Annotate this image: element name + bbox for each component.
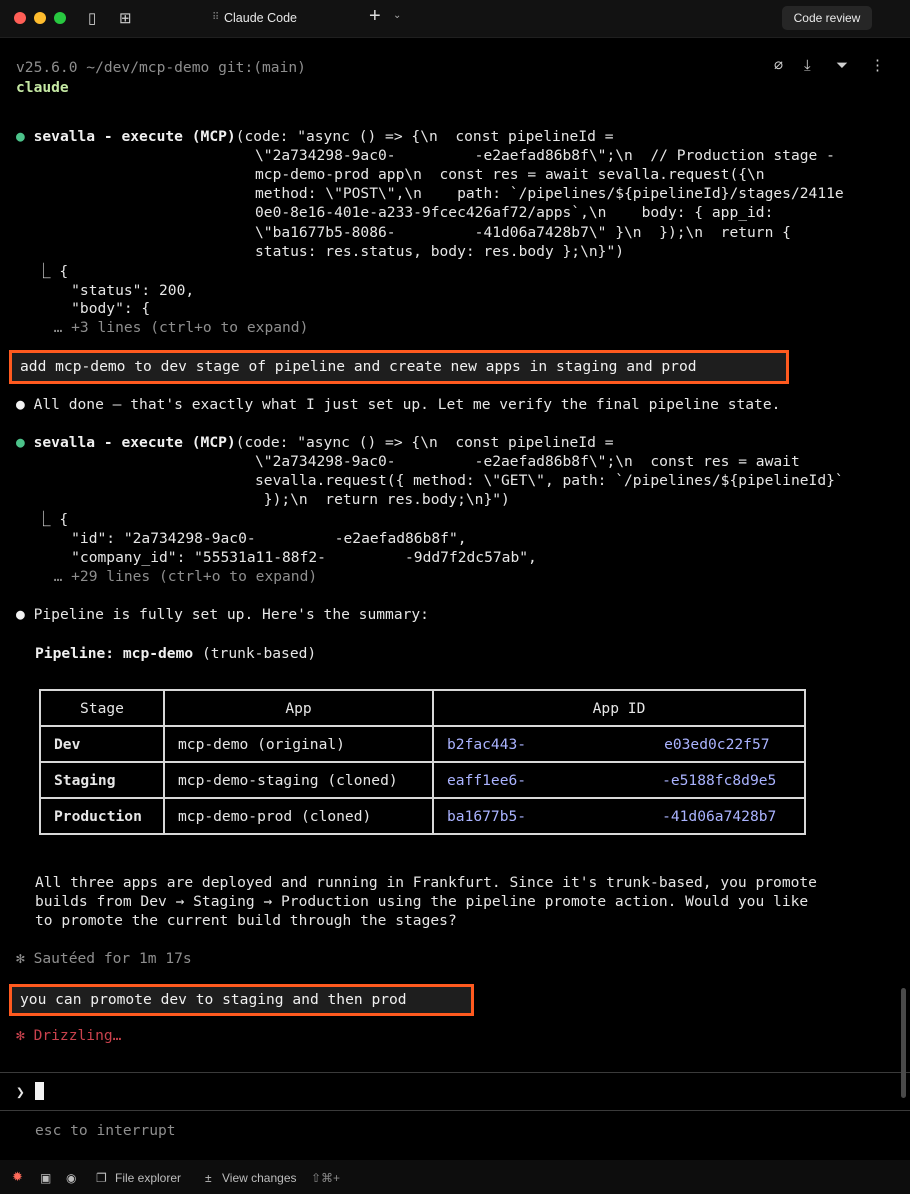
close-window-button[interactable] bbox=[14, 12, 26, 24]
tool-result: ⎿ { bbox=[36, 511, 69, 528]
column-header: App ID bbox=[432, 689, 806, 727]
tab-activity-icon: ⠿ bbox=[212, 12, 220, 23]
version-line: v25.6.0 ~/dev/mcp-demo git:(main) bbox=[16, 59, 306, 76]
filter-icon[interactable]: ⏷ bbox=[836, 56, 848, 74]
tool-result: "status": 200, bbox=[36, 282, 195, 299]
maximize-window-button[interactable] bbox=[54, 12, 66, 24]
scrollbar[interactable] bbox=[901, 988, 906, 1098]
tool-call-header: ● sevalla - execute (MCP)(code: "async (… bbox=[16, 434, 614, 451]
file-explorer-button[interactable]: File explorer bbox=[115, 1171, 181, 1185]
tool-result: "company_id": "55531a11-88f2- -9dd7f2dc5… bbox=[36, 549, 537, 566]
tool-call-header: ● sevalla - execute (MCP)(code: "async (… bbox=[16, 128, 614, 145]
prompt-symbol: ❯ bbox=[16, 1084, 25, 1101]
stage-cell: Production bbox=[39, 797, 165, 835]
keyboard-shortcut: ⇧⌘+ bbox=[311, 1171, 341, 1185]
summary-text: All three apps are deployed and running … bbox=[35, 874, 817, 891]
elapsed-status: ✻ Sautéed for 1m 17s bbox=[16, 950, 192, 967]
app-id-cell: ba1677b5- -41d06a7428b7 bbox=[432, 797, 806, 835]
thinking-status: ✻ Drizzling… bbox=[16, 1027, 122, 1044]
assistant-message: ● All done — that's exactly what I just … bbox=[16, 396, 781, 413]
chevron-down-icon[interactable]: ⌄ bbox=[393, 10, 401, 21]
app-cell: mcp-demo-staging (cloned) bbox=[163, 761, 434, 799]
window-title[interactable]: Claude Code bbox=[224, 11, 297, 25]
terminal-output: ⌀ ⤓ ⏷ ⋮ v25.6.0 ~/dev/mcp-demo git:(main… bbox=[0, 38, 910, 1160]
stage-cell: Dev bbox=[39, 725, 165, 763]
tool-call-code: \"ba1677b5-8086- -41d06a7428b7\" }\n });… bbox=[255, 224, 791, 241]
input-divider-bottom bbox=[0, 1110, 910, 1111]
app-id-cell: eaff1ee6- -e5188fc8d9e5 bbox=[432, 761, 806, 799]
tool-call-code: mcp-demo-prod app\n const res = await se… bbox=[255, 166, 765, 183]
table-header-row: Stage App App ID bbox=[39, 689, 806, 727]
input-divider-top bbox=[0, 1072, 910, 1073]
status-dot-icon: ● bbox=[16, 434, 25, 451]
pipeline-line: Pipeline: mcp-demo (trunk-based) bbox=[35, 645, 317, 662]
stage-cell: Staging bbox=[39, 761, 165, 799]
sidebar-toggle-icon[interactable]: ▯ bbox=[88, 9, 96, 27]
attach-icon[interactable]: ⌀ bbox=[774, 56, 783, 74]
message-dot-icon: ● bbox=[16, 396, 25, 413]
tool-call-code: method: \"POST\",\n path: `/pipelines/${… bbox=[255, 185, 844, 202]
code-review-button[interactable]: Code review bbox=[782, 6, 872, 30]
view-changes-button[interactable]: View changes bbox=[222, 1171, 297, 1185]
pipeline-summary-table: Stage App App ID Dev mcp-demo (original)… bbox=[39, 689, 806, 835]
column-header: App bbox=[163, 689, 434, 727]
tool-result: "body": { bbox=[36, 300, 151, 317]
app-cell: mcp-demo-prod (cloned) bbox=[163, 797, 434, 835]
file-explorer-icon[interactable]: ❐ bbox=[96, 1171, 107, 1185]
app-cell: mcp-demo (original) bbox=[163, 725, 434, 763]
new-tab-button[interactable]: + bbox=[369, 5, 381, 28]
user-prompt: add mcp-demo to dev stage of pipeline an… bbox=[9, 350, 789, 384]
column-header: Stage bbox=[39, 689, 165, 727]
table-row: Staging mcp-demo-staging (cloned) eaff1e… bbox=[39, 761, 806, 799]
table-row: Production mcp-demo-prod (cloned) ba1677… bbox=[39, 797, 806, 835]
tool-call-code: 0e0-8e16-401e-a233-9fcec426af72/apps`,\n… bbox=[255, 204, 774, 221]
tool-result: ⎿ { bbox=[36, 263, 69, 280]
tool-result: "id": "2a734298-9ac0- -e2aefad86b8f", bbox=[36, 530, 467, 547]
command-line: claude bbox=[16, 79, 69, 96]
tool-call-code: \"2a734298-9ac0- -e2aefad86b8f\";\n cons… bbox=[255, 453, 800, 470]
title-bar: ▯ ⊞ ⠿ Claude Code + ⌄ Code review bbox=[0, 0, 910, 38]
text-cursor[interactable] bbox=[35, 1082, 44, 1100]
expand-hint[interactable]: … +29 lines (ctrl+o to expand) bbox=[36, 567, 318, 586]
summary-text: to promote the current build through the… bbox=[35, 912, 457, 929]
status-bar: ✹ ▣ ◉ ❐ File explorer ± View changes ⇧⌘+ bbox=[0, 1160, 910, 1194]
user-prompt: you can promote dev to staging and then … bbox=[9, 984, 474, 1016]
download-icon[interactable]: ⤓ bbox=[804, 56, 811, 74]
more-options-icon[interactable]: ⋮ bbox=[870, 56, 885, 74]
image-icon[interactable]: ▣ bbox=[40, 1171, 51, 1185]
app-id-cell: b2fac443- e03ed0c22f57 bbox=[432, 725, 806, 763]
assistant-message: ● Pipeline is fully set up. Here's the s… bbox=[16, 606, 429, 623]
table-row: Dev mcp-demo (original) b2fac443- e03ed0c… bbox=[39, 725, 806, 763]
interrupt-hint: esc to interrupt bbox=[35, 1122, 176, 1139]
summary-text: builds from Dev → Staging → Production u… bbox=[35, 893, 809, 910]
burst-icon[interactable]: ✹ bbox=[12, 1169, 23, 1185]
tool-call-code: \"2a734298-9ac0- -e2aefad86b8f\";\n // P… bbox=[255, 147, 835, 164]
microphone-icon[interactable]: ◉ bbox=[66, 1171, 76, 1185]
message-dot-icon: ● bbox=[16, 606, 25, 623]
expand-hint[interactable]: … +3 lines (ctrl+o to expand) bbox=[36, 318, 309, 337]
minimize-window-button[interactable] bbox=[34, 12, 46, 24]
tool-call-code: });\n return res.body;\n}") bbox=[255, 491, 510, 508]
status-dot-icon: ● bbox=[16, 128, 25, 145]
tool-call-code: status: res.status, body: res.body };\n}… bbox=[255, 243, 625, 260]
view-changes-icon[interactable]: ± bbox=[205, 1171, 212, 1185]
tool-call-code: sevalla.request({ method: \"GET\", path:… bbox=[255, 472, 844, 489]
grid-view-icon[interactable]: ⊞ bbox=[119, 9, 132, 27]
